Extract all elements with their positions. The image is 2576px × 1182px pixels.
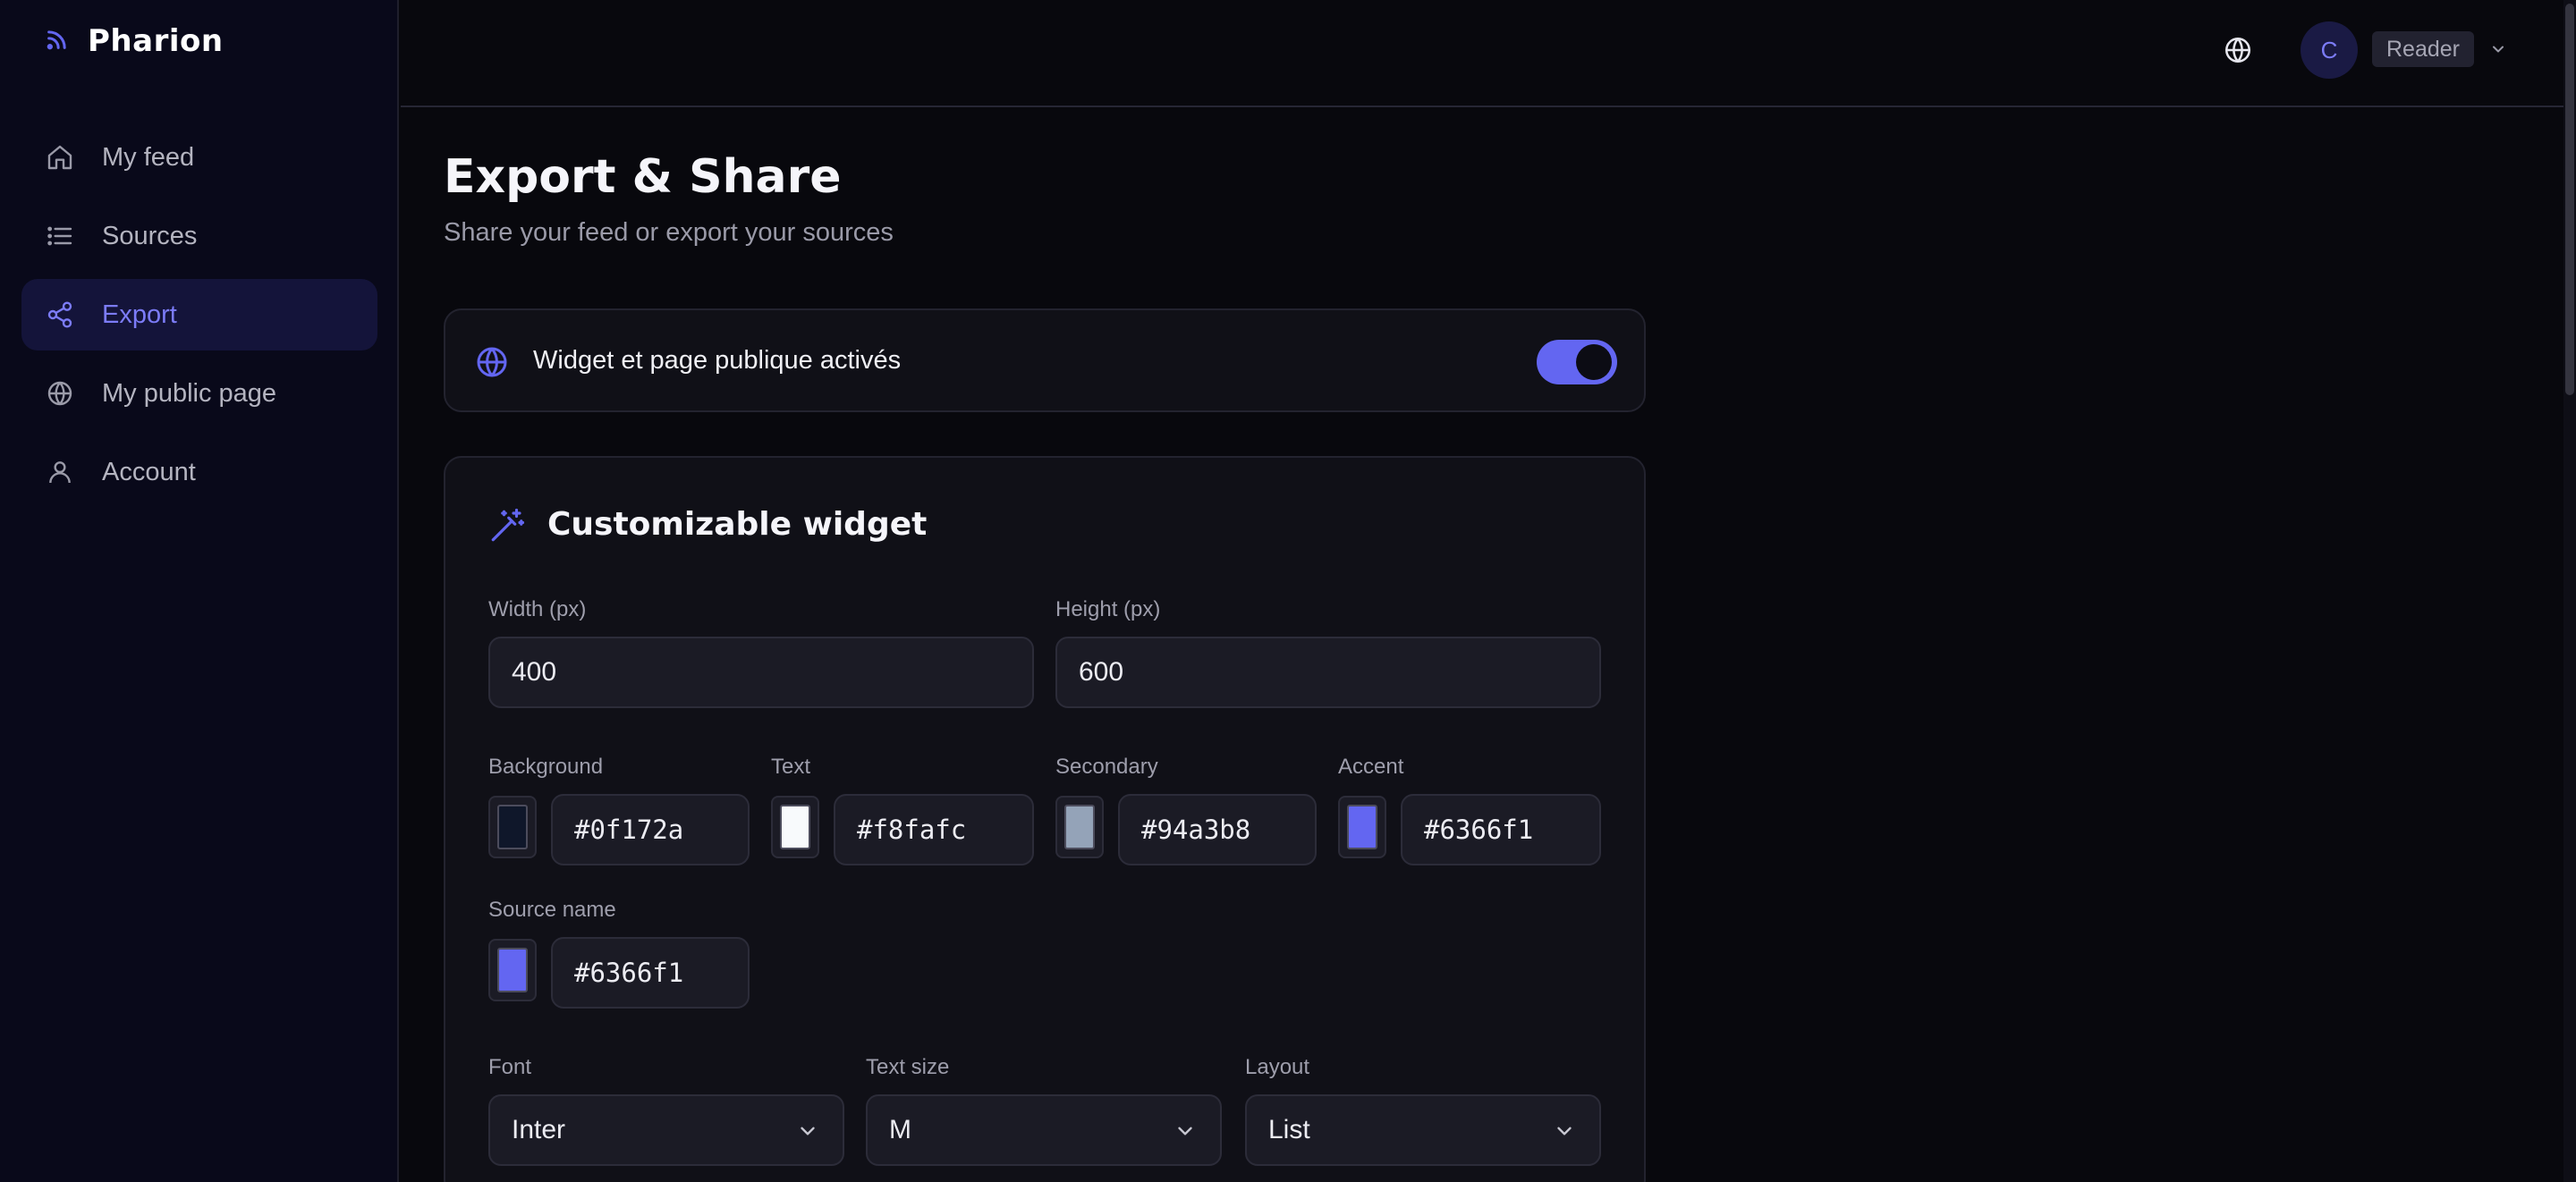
height-label: Height (px) — [1055, 597, 1161, 621]
sidebar-item-label: My feed — [102, 142, 195, 172]
widget-section-title: Customizable widget — [547, 506, 928, 543]
accent-color-swatch[interactable] — [1338, 796, 1386, 858]
sidebar-item-export[interactable]: Export — [21, 279, 377, 350]
width-label: Width (px) — [488, 597, 587, 621]
accent-color-label: Accent — [1338, 755, 1404, 779]
width-input[interactable]: 400 — [488, 637, 1034, 708]
source-name-color-swatch[interactable] — [488, 939, 537, 1001]
share-icon — [43, 298, 77, 332]
background-color-label: Background — [488, 755, 604, 779]
widget-toggle-card: Widget et page publique activés — [444, 308, 1646, 412]
source-name-color-input[interactable]: #6366f1 — [551, 937, 750, 1009]
page-title: Export & Share — [444, 150, 842, 204]
sidebar-item-label: Sources — [102, 221, 198, 250]
home-icon — [43, 140, 77, 174]
background-color-swatch[interactable] — [488, 796, 537, 858]
magic-wand-icon — [488, 507, 526, 545]
text-color-input[interactable]: #f8fafc — [834, 794, 1034, 865]
accent-color-input[interactable]: #6366f1 — [1401, 794, 1601, 865]
secondary-color-swatch[interactable] — [1055, 796, 1104, 858]
font-select[interactable]: Inter — [488, 1094, 844, 1166]
sidebar-item-label: My public page — [102, 378, 277, 408]
sidebar-item-my-feed[interactable]: My feed — [21, 122, 377, 193]
sidebar-item-label: Export — [102, 300, 177, 329]
chevron-down-icon — [796, 1119, 819, 1143]
layout-select[interactable]: List — [1245, 1094, 1601, 1166]
globe-icon — [43, 376, 77, 410]
font-label: Font — [488, 1055, 532, 1079]
height-input[interactable]: 600 — [1055, 637, 1601, 708]
text-color-label: Text — [771, 755, 811, 779]
text-size-select-value: M — [889, 1115, 911, 1144]
chevron-down-icon — [1553, 1119, 1576, 1143]
widget-toggle-label: Widget et page publique activés — [533, 346, 902, 375]
sidebar-nav: My feed Sources Export My public page Ac… — [21, 122, 377, 515]
sidebar-item-label: Account — [102, 457, 196, 486]
font-select-value: Inter — [512, 1115, 566, 1144]
widget-enabled-toggle[interactable] — [1537, 340, 1617, 384]
source-name-color-label: Source name — [488, 898, 616, 922]
text-size-select[interactable]: M — [866, 1094, 1222, 1166]
rss-logo-icon — [45, 27, 70, 56]
sidebar-item-my-public-page[interactable]: My public page — [21, 358, 377, 429]
language-globe-icon[interactable] — [2218, 30, 2258, 70]
secondary-color-input[interactable]: #94a3b8 — [1118, 794, 1317, 865]
list-icon — [43, 219, 77, 253]
sidebar-item-sources[interactable]: Sources — [21, 200, 377, 272]
page-subtitle: Share your feed or export your sources — [444, 218, 894, 247]
account-menu-chevron-down-icon[interactable] — [2485, 36, 2512, 63]
chevron-down-icon — [1174, 1119, 1197, 1143]
brand-name: Pharion — [88, 23, 224, 59]
sidebar-item-account[interactable]: Account — [21, 436, 377, 508]
customizable-widget-card: Customizable widget Width (px) 400 Heigh… — [444, 456, 1646, 1182]
secondary-color-label: Secondary — [1055, 755, 1158, 779]
text-color-swatch[interactable] — [771, 796, 819, 858]
scrollbar-thumb[interactable] — [2565, 4, 2574, 395]
text-size-label: Text size — [866, 1055, 950, 1079]
role-badge: Reader — [2372, 31, 2474, 67]
layout-label: Layout — [1245, 1055, 1310, 1079]
user-icon — [43, 455, 77, 489]
brand[interactable]: Pharion — [45, 20, 224, 63]
globe-icon — [474, 344, 510, 380]
avatar[interactable]: C — [2301, 21, 2358, 79]
toggle-knob — [1576, 344, 1612, 380]
background-color-input[interactable]: #0f172a — [551, 794, 750, 865]
sidebar: Pharion My feed Sources Export My public… — [0, 0, 399, 1182]
layout-select-value: List — [1268, 1115, 1310, 1144]
